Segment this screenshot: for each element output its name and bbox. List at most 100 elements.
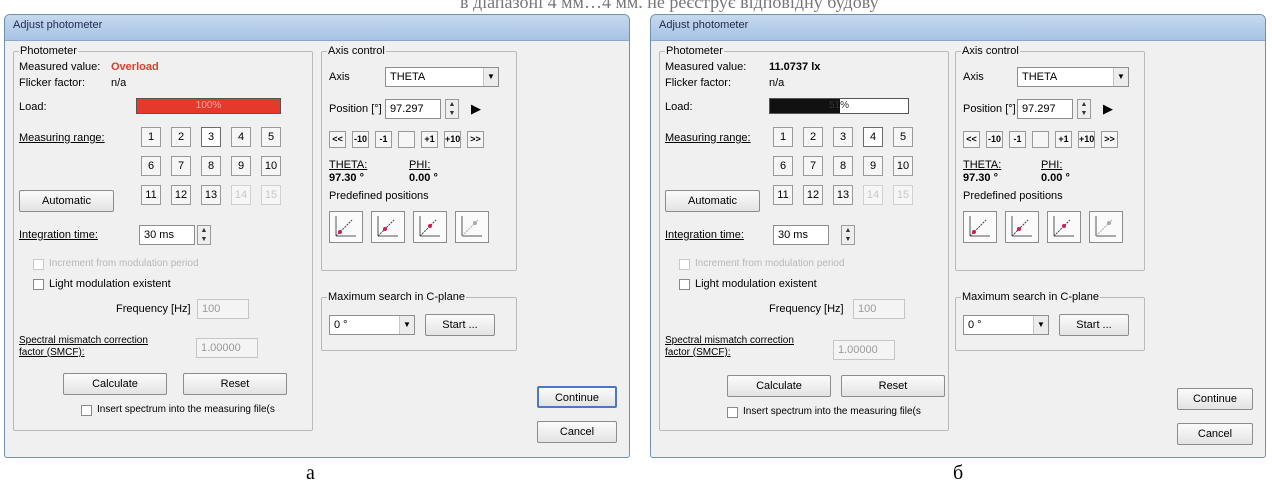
range-button-7[interactable]: 7	[803, 156, 823, 176]
start-button[interactable]: Start ...	[1059, 314, 1129, 336]
predefined-position-1-button[interactable]	[329, 211, 363, 243]
range-button-13[interactable]: 13	[833, 185, 853, 205]
step-first-button[interactable]: <<	[329, 131, 346, 148]
insert-spectrum-checkbox[interactable]	[727, 407, 738, 418]
range-button-6[interactable]: 6	[141, 156, 161, 176]
step-center-button[interactable]	[398, 131, 415, 148]
axis-label: Axis	[329, 71, 350, 83]
range-button-1[interactable]: 1	[773, 127, 793, 147]
flicker-factor-label: Flicker factor:	[19, 77, 86, 89]
position-spinner[interactable]: ▲ ▼	[1077, 99, 1091, 119]
light-modulation-checkbox[interactable]	[679, 279, 690, 290]
predefined-position-3-button[interactable]	[1047, 211, 1081, 243]
step-last-button[interactable]: >>	[467, 131, 484, 148]
range-button-14[interactable]: 14	[863, 185, 883, 205]
range-button-6[interactable]: 6	[773, 156, 793, 176]
range-button-5[interactable]: 5	[893, 127, 913, 147]
step-first-button[interactable]: <<	[963, 131, 980, 148]
predefined-position-2-button[interactable]	[1005, 211, 1039, 243]
axis-control-label: Axis control	[961, 45, 1020, 57]
range-button-5[interactable]: 5	[261, 127, 281, 147]
range-button-2[interactable]: 2	[171, 127, 191, 147]
position-input[interactable]: 97.297	[385, 99, 441, 119]
step-plus-1-button[interactable]: +1	[1055, 131, 1072, 148]
range-button-15[interactable]: 15	[893, 185, 913, 205]
start-button[interactable]: Start ...	[425, 314, 495, 336]
axis-select[interactable]: THETA ▼	[1017, 67, 1129, 87]
range-button-4[interactable]: 4	[863, 127, 883, 147]
range-button-7[interactable]: 7	[171, 156, 191, 176]
axis-select[interactable]: THETA ▼	[385, 67, 499, 87]
measured-value: Overload	[111, 61, 159, 73]
range-button-13[interactable]: 13	[201, 185, 221, 205]
predefined-position-4-button[interactable]	[1089, 211, 1123, 243]
flicker-factor-value: n/a	[111, 77, 127, 89]
range-button-12[interactable]: 12	[803, 185, 823, 205]
load-percent: 100%	[195, 100, 222, 111]
step-minus-1-button[interactable]: -1	[375, 131, 392, 148]
automatic-button[interactable]: Automatic	[19, 190, 114, 212]
reset-button[interactable]: Reset	[841, 375, 945, 397]
go-arrow-icon[interactable]: ▶	[471, 101, 481, 117]
range-button-10[interactable]: 10	[261, 156, 281, 176]
step-minus-1-button[interactable]: -1	[1009, 131, 1026, 148]
reset-button[interactable]: Reset	[183, 373, 287, 395]
integration-spinner[interactable]: ▲ ▼	[197, 225, 211, 245]
c-plane-select[interactable]: 0 ° ▼	[329, 315, 415, 335]
range-button-8[interactable]: 8	[201, 156, 221, 176]
increment-checkbox[interactable]	[33, 259, 44, 270]
range-button-14[interactable]: 14	[231, 185, 251, 205]
step-plus-10-button[interactable]: +10	[444, 131, 461, 148]
range-button-4[interactable]: 4	[231, 127, 251, 147]
automatic-button[interactable]: Automatic	[665, 190, 760, 212]
position-input[interactable]: 97.297	[1017, 99, 1073, 119]
adjust-photometer-dialog-a: Adjust photometer Photometer Measured va…	[4, 14, 630, 458]
predefined-position-1-button[interactable]	[963, 211, 997, 243]
range-button-9[interactable]: 9	[231, 156, 251, 176]
range-button-2[interactable]: 2	[803, 127, 823, 147]
range-button-11[interactable]: 11	[141, 185, 161, 205]
max-search-label: Maximum search in C-plane	[961, 291, 1100, 303]
load-percent: 51%	[828, 100, 849, 111]
light-modulation-checkbox[interactable]	[33, 279, 44, 290]
predefined-position-4-button[interactable]	[455, 211, 489, 243]
range-button-15[interactable]: 15	[261, 185, 281, 205]
go-arrow-icon[interactable]: ▶	[1103, 101, 1113, 117]
range-button-9[interactable]: 9	[863, 156, 883, 176]
step-last-button[interactable]: >>	[1101, 131, 1118, 148]
step-plus-10-button[interactable]: +10	[1078, 131, 1095, 148]
range-button-11[interactable]: 11	[773, 185, 793, 205]
step-plus-1-button[interactable]: +1	[421, 131, 438, 148]
c-plane-select[interactable]: 0 ° ▼	[963, 315, 1049, 335]
range-button-1[interactable]: 1	[141, 127, 161, 147]
range-button-3[interactable]: 3	[201, 127, 221, 147]
load-bar: 51%	[769, 98, 909, 114]
increment-checkbox[interactable]	[679, 259, 690, 270]
range-button-10[interactable]: 10	[893, 156, 913, 176]
range-button-3[interactable]: 3	[833, 127, 853, 147]
position-spinner[interactable]: ▲ ▼	[445, 99, 459, 119]
continue-button[interactable]: Continue	[537, 386, 617, 408]
smcf-input[interactable]: 1.00000	[833, 340, 895, 360]
predefined-position-3-button[interactable]	[413, 211, 447, 243]
range-button-12[interactable]: 12	[171, 185, 191, 205]
calculate-button[interactable]: Calculate	[727, 375, 831, 397]
smcf-input[interactable]: 1.00000	[196, 338, 258, 358]
cancel-button[interactable]: Cancel	[537, 421, 617, 443]
step-center-button[interactable]	[1032, 131, 1049, 148]
predefined-position-2-button[interactable]	[371, 211, 405, 243]
integration-time-input[interactable]: 30 ms	[139, 225, 195, 245]
continue-button[interactable]: Continue	[1177, 388, 1253, 410]
step-minus-10-button[interactable]: -10	[352, 131, 369, 148]
insert-spectrum-checkbox[interactable]	[81, 405, 92, 416]
range-button-8[interactable]: 8	[833, 156, 853, 176]
measured-value-label: Measured value:	[665, 61, 747, 73]
integration-spinner[interactable]: ▲ ▼	[841, 225, 855, 245]
frequency-input[interactable]: 100	[197, 299, 249, 319]
step-minus-10-button[interactable]: -10	[986, 131, 1003, 148]
calculate-button[interactable]: Calculate	[63, 373, 167, 395]
frequency-input[interactable]: 100	[853, 299, 905, 319]
integration-time-input[interactable]: 30 ms	[773, 225, 829, 245]
caption-b: б	[953, 462, 964, 484]
cancel-button[interactable]: Cancel	[1177, 423, 1253, 445]
